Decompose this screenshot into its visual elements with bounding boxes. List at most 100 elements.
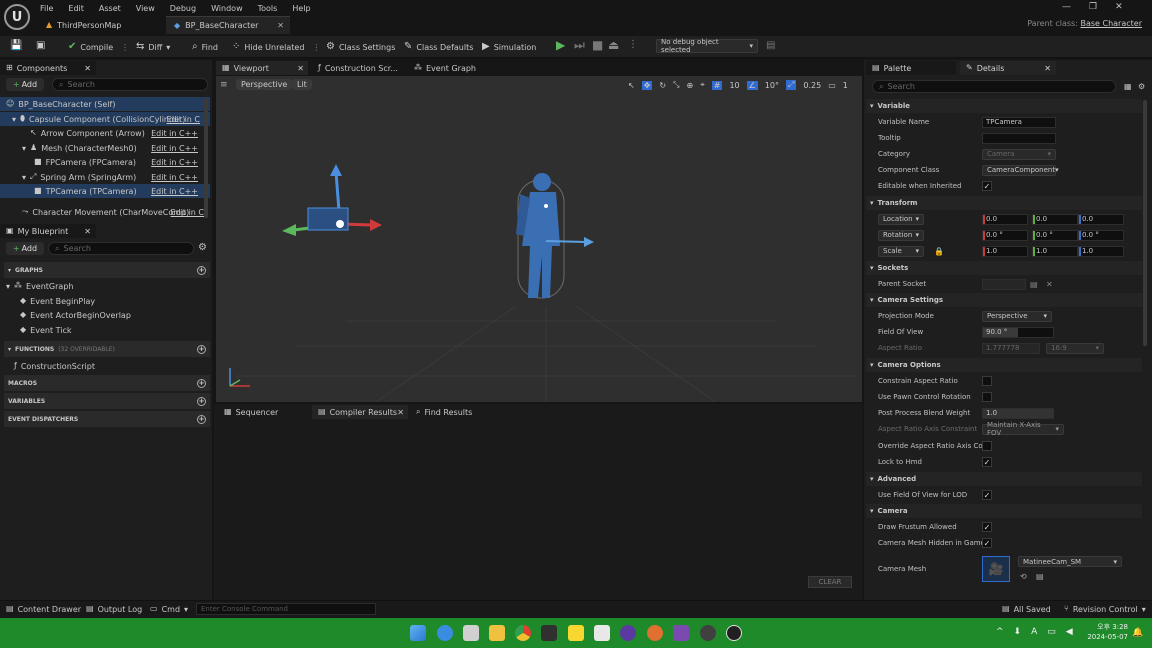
rotation-x-input[interactable]: 0.0 ° (982, 229, 1028, 241)
clear-icon[interactable]: ✕ (1046, 280, 1053, 289)
location-mode-select[interactable]: Location ▾ (878, 213, 924, 225)
tab-construction-script[interactable]: ƒ Construction Scr... (312, 61, 404, 75)
viewport-scene[interactable] (216, 76, 862, 402)
tooltip-input[interactable] (982, 132, 1056, 144)
menu-asset[interactable]: Asset (99, 4, 121, 13)
tab-palette[interactable]: ▤ Palette (866, 61, 956, 75)
axis-constraint-select[interactable]: Maintain X-Axis FOV ▾ (982, 421, 1064, 437)
property-matrix-icon[interactable]: ▦ (1124, 82, 1132, 92)
content-drawer-button[interactable]: ▤ Content Drawer (6, 604, 81, 614)
translate-icon[interactable]: ✥ (641, 80, 653, 90)
tree-item-capsule[interactable]: ▾ ⬮ Capsule Component (CollisionCylinder… (0, 112, 210, 126)
scale-snap-icon[interactable]: ⤢ (785, 80, 797, 90)
stop-icon[interactable]: ■ (592, 39, 603, 51)
simulation-button[interactable]: ▶ Simulation (482, 38, 536, 56)
surface-snap-icon[interactable]: ⌖ (700, 80, 705, 90)
lock-icon[interactable]: 🔒 (934, 247, 944, 256)
lock-hmd-checkbox[interactable]: ✓ (982, 457, 992, 467)
transform-gizmo[interactable] (282, 164, 382, 236)
gear-icon[interactable]: ⚙ (1138, 82, 1145, 92)
file-explorer-icon[interactable] (489, 625, 505, 641)
use-selected-icon[interactable]: ⟲ (1020, 572, 1027, 581)
details-search-input[interactable]: ⌕ Search (872, 80, 1116, 93)
tab-compiler-results[interactable]: ▤ Compiler Results ✕ (312, 405, 408, 419)
close-window-icon[interactable]: ✕ (1115, 2, 1123, 12)
camera-speed-icon[interactable]: ▭ (828, 81, 836, 90)
ime-indicator[interactable]: A (1031, 627, 1037, 637)
grid-snap-value[interactable]: 10 (729, 81, 739, 90)
blueprint-add-button[interactable]: + Add (6, 242, 44, 255)
kakaotalk-icon[interactable] (568, 625, 584, 641)
compile-button[interactable]: ✔ Compile ⋮ (68, 38, 129, 56)
menu-window[interactable]: Window (211, 4, 243, 13)
add-graph-icon[interactable]: + (197, 265, 206, 275)
section-functions[interactable]: ▾ FUNCTIONS (32 OVERRIDABLE) + (4, 341, 210, 357)
tree-item-constructionscript[interactable]: ƒ ConstructionScript (0, 359, 210, 373)
edit-in-cpp-link[interactable]: Edit in C++ (151, 187, 198, 196)
component-class-select[interactable]: CameraComponent ▾ (982, 164, 1059, 176)
browse-asset-icon[interactable]: ▤ (1036, 572, 1044, 581)
section-transform[interactable]: ▾ Transform (866, 196, 1142, 210)
field-of-view-slider[interactable]: 90.0 ° (982, 326, 1054, 338)
menu-view[interactable]: View (136, 4, 155, 13)
tab-bp-basecharacter[interactable]: ◆ BP_BaseCharacter ✕ (166, 16, 290, 34)
compile-options-icon[interactable]: ⋮ (121, 43, 129, 52)
output-log-button[interactable]: ▤ Output Log (86, 604, 142, 614)
scale-z-input[interactable]: 1.0 (1078, 245, 1124, 257)
edit-in-cpp-link[interactable]: Edit in C (167, 115, 200, 124)
find-button[interactable]: ⌕ Find (192, 38, 218, 56)
world-icon[interactable]: ⊕ (687, 81, 694, 90)
tree-item-self[interactable]: ☺ BP_BaseCharacter (Self) (0, 97, 210, 111)
tree-item-tpcamera[interactable]: ■ TPCamera (TPCamera) Edit in C++ (0, 184, 210, 198)
diff-button[interactable]: ⇆ Diff ▾ (136, 38, 170, 56)
network-icon[interactable]: ⬇ (1014, 627, 1022, 637)
close-tab-icon[interactable]: ✕ (297, 64, 304, 73)
rotate-icon[interactable]: ↻ (659, 81, 666, 90)
task-view-icon[interactable] (463, 625, 479, 641)
variable-name-input[interactable]: TPCamera (982, 116, 1056, 128)
tab-find-results[interactable]: ⌕ Find Results (410, 405, 490, 419)
edit-in-cpp-link[interactable]: Edit in C (171, 208, 204, 217)
clock[interactable]: 오후 3:28 2024-05-07 (1086, 622, 1128, 642)
windows-start-icon[interactable] (410, 625, 426, 641)
scale-x-input[interactable]: 1.0 (982, 245, 1028, 257)
viewport-menu-icon[interactable]: ≡ (220, 80, 228, 90)
blend-weight-slider[interactable]: 1.0 (982, 407, 1054, 419)
class-settings-button[interactable]: ⚙ Class Settings (326, 38, 395, 56)
chrome-icon[interactable] (515, 625, 531, 641)
play-icon[interactable]: ▶ (556, 39, 565, 51)
menu-tools[interactable]: Tools (258, 4, 278, 13)
mesh-hidden-checkbox[interactable]: ✓ (982, 538, 992, 548)
components-search-input[interactable]: ⌕ Search (52, 78, 208, 91)
edit-in-cpp-link[interactable]: Edit in C++ (151, 158, 198, 167)
rotation-snap-value[interactable]: 10° (765, 81, 779, 90)
step-icon[interactable]: ⏭ (574, 39, 585, 51)
pawn-control-checkbox[interactable] (982, 392, 992, 402)
browse-icon[interactable]: ▣ (36, 41, 45, 51)
edit-in-cpp-link[interactable]: Edit in C++ (151, 144, 198, 153)
tree-item-arrow[interactable]: ↖ Arrow Component (Arrow) Edit in C++ (0, 126, 210, 140)
section-camera-settings[interactable]: ▾ Camera Settings (866, 293, 1142, 307)
close-panel-icon[interactable]: ✕ (1044, 64, 1051, 73)
rotation-mode-select[interactable]: Rotation ▾ (878, 229, 924, 241)
menu-debug[interactable]: Debug (170, 4, 196, 13)
tab-viewport[interactable]: ▦ Viewport ✕ (216, 61, 308, 75)
tab-sequencer[interactable]: ▦ Sequencer (218, 405, 310, 419)
fov-lod-checkbox[interactable]: ✓ (982, 490, 992, 500)
add-variable-icon[interactable]: + (197, 396, 206, 406)
aspect-preset-select[interactable]: 16:9 ▾ (1046, 342, 1104, 354)
volume-icon[interactable]: ◀ (1066, 627, 1073, 637)
location-z-input[interactable]: 0.0 (1078, 213, 1124, 225)
details-scrollbar[interactable] (1143, 100, 1147, 346)
console-command-input[interactable]: Enter Console Command (196, 603, 376, 615)
aspect-ratio-input[interactable]: 1.777778 (982, 342, 1040, 354)
tree-item-tick[interactable]: ◆ Event Tick (0, 323, 210, 337)
editable-inherited-checkbox[interactable]: ✓ (982, 181, 992, 191)
display-icon[interactable]: ▭ (1047, 627, 1056, 637)
add-function-icon[interactable]: + (197, 344, 206, 354)
section-variable[interactable]: ▾ Variable (866, 99, 1142, 113)
camera-mesh-select[interactable]: MatineeCam_SM ▾ (1018, 556, 1122, 567)
notification-bell-icon[interactable]: 🔔 (1132, 628, 1143, 638)
more-options-icon[interactable]: ⋮ (312, 43, 320, 52)
tree-item-beginplay[interactable]: ◆ Event BeginPlay (0, 294, 210, 308)
